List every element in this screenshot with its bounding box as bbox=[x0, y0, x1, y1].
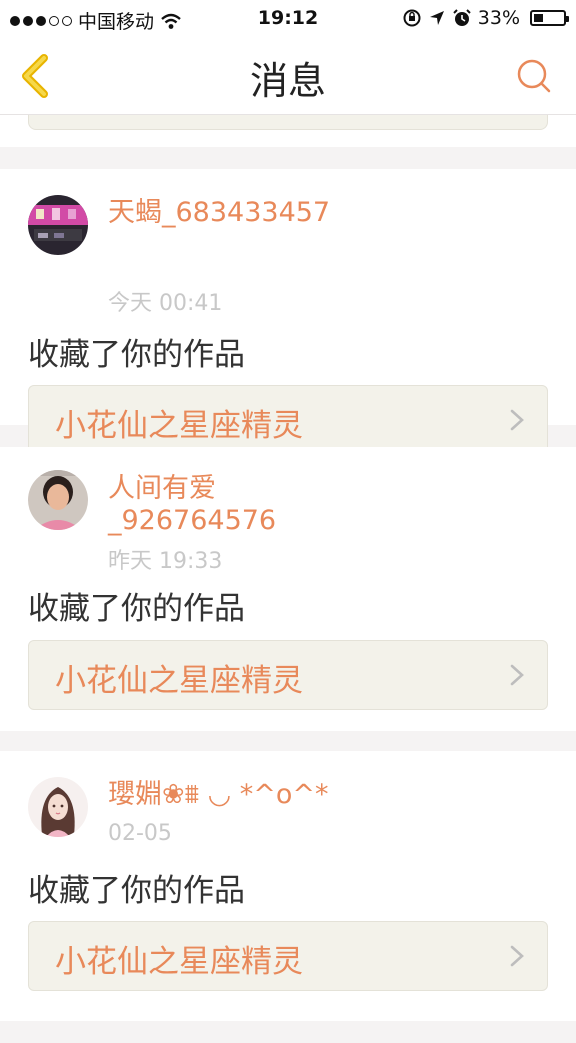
message-card: 人间有爱_926764576 昨天 19:33 收藏了你的作品 小花仙之星座精灵 bbox=[0, 447, 576, 731]
divider bbox=[0, 147, 576, 169]
work-link[interactable]: 小花仙之星座精灵 bbox=[28, 921, 548, 991]
chevron-right-icon bbox=[510, 945, 524, 967]
status-right: 33% bbox=[402, 7, 569, 29]
message-card: 天蝎_683433457 今天 00:41 收藏了你的作品 小花仙之星座精灵 bbox=[0, 169, 576, 455]
chevron-right-icon bbox=[510, 664, 524, 686]
location-arrow-icon bbox=[429, 11, 444, 25]
action-text: 收藏了你的作品 bbox=[28, 873, 245, 909]
work-link[interactable]: 小花仙之星座精灵 bbox=[28, 640, 548, 710]
action-text: 收藏了你的作品 bbox=[28, 591, 245, 627]
work-title: 小花仙之星座精灵 bbox=[55, 944, 303, 980]
chevron-right-icon bbox=[510, 409, 524, 431]
work-link-partial[interactable] bbox=[28, 115, 548, 130]
timestamp: 02-05 bbox=[108, 821, 172, 846]
status-bar: 中国移动 19:12 33% bbox=[0, 0, 576, 38]
orientation-lock-icon bbox=[403, 9, 421, 27]
action-text: 收藏了你的作品 bbox=[28, 337, 245, 373]
divider bbox=[0, 1021, 576, 1043]
timestamp: 今天 00:41 bbox=[108, 291, 223, 316]
timestamp: 昨天 19:33 bbox=[108, 549, 223, 574]
username[interactable]: 瓔婣❀⩩ ◡ *^o^* bbox=[108, 779, 408, 811]
username[interactable]: 人间有爱_926764576 bbox=[108, 473, 368, 537]
message-card-partial bbox=[0, 115, 576, 147]
navigation-bar: 消息 bbox=[0, 38, 576, 115]
avatar[interactable] bbox=[28, 470, 88, 530]
divider bbox=[0, 731, 576, 751]
search-icon[interactable] bbox=[516, 58, 552, 94]
page-title: 消息 bbox=[249, 59, 326, 103]
work-title: 小花仙之星座精灵 bbox=[55, 408, 303, 444]
avatar[interactable] bbox=[28, 777, 88, 837]
work-link[interactable]: 小花仙之星座精灵 bbox=[28, 385, 548, 455]
message-list: 天蝎_683433457 今天 00:41 收藏了你的作品 小花仙之星座精灵 人… bbox=[0, 115, 576, 1043]
avatar[interactable] bbox=[28, 195, 88, 255]
battery-percent: 33% bbox=[477, 7, 520, 29]
battery-icon bbox=[530, 10, 569, 26]
alarm-icon bbox=[453, 9, 471, 26]
username[interactable]: 天蝎_683433457 bbox=[108, 197, 368, 229]
message-card: 瓔婣❀⩩ ◡ *^o^* 02-05 收藏了你的作品 小花仙之星座精灵 bbox=[0, 751, 576, 1021]
work-title: 小花仙之星座精灵 bbox=[55, 663, 303, 699]
